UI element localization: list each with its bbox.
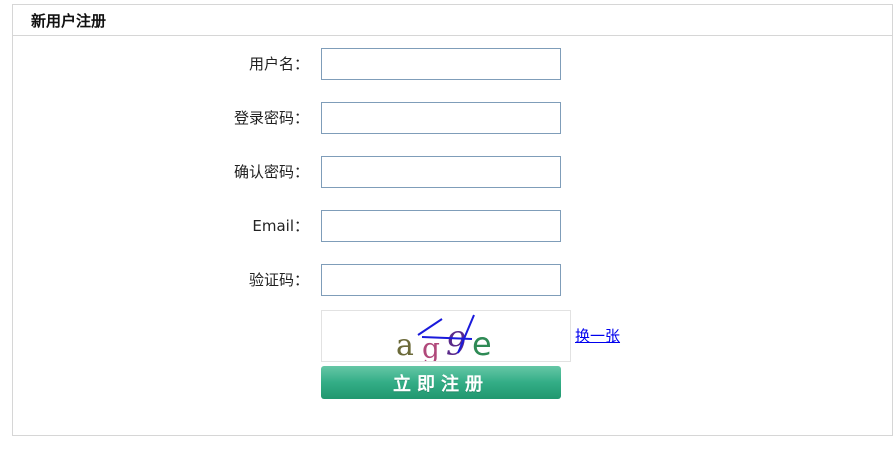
password-label: 登录密码： (233, 109, 309, 127)
registration-panel: 新用户注册 用户名： 登录密码： 确认密码： Email： 验证码： a g 9… (12, 4, 893, 436)
captcha-graphic: a g 9 e (396, 314, 492, 365)
username-label: 用户名： (248, 55, 309, 73)
captcha-image[interactable]: a g 9 e (321, 310, 571, 365)
confirm-password-label: 确认密码： (233, 163, 309, 181)
confirm-password-input[interactable] (321, 156, 561, 188)
captcha-label: 验证码： (248, 271, 309, 289)
panel-header: 新用户注册 (13, 5, 892, 36)
email-label: Email： (252, 217, 309, 235)
email-input[interactable] (321, 210, 561, 242)
captcha-char-1: a (396, 328, 414, 361)
register-button[interactable]: 立即注册 (321, 366, 561, 399)
refresh-captcha-link[interactable]: 换一张 (575, 326, 620, 346)
captcha-input[interactable] (321, 264, 561, 296)
panel-title: 新用户注册 (31, 12, 107, 30)
captcha-char-4: e (472, 325, 492, 361)
password-input[interactable] (321, 102, 561, 134)
captcha-char-3: 9 (446, 325, 466, 361)
username-input[interactable] (321, 48, 561, 80)
